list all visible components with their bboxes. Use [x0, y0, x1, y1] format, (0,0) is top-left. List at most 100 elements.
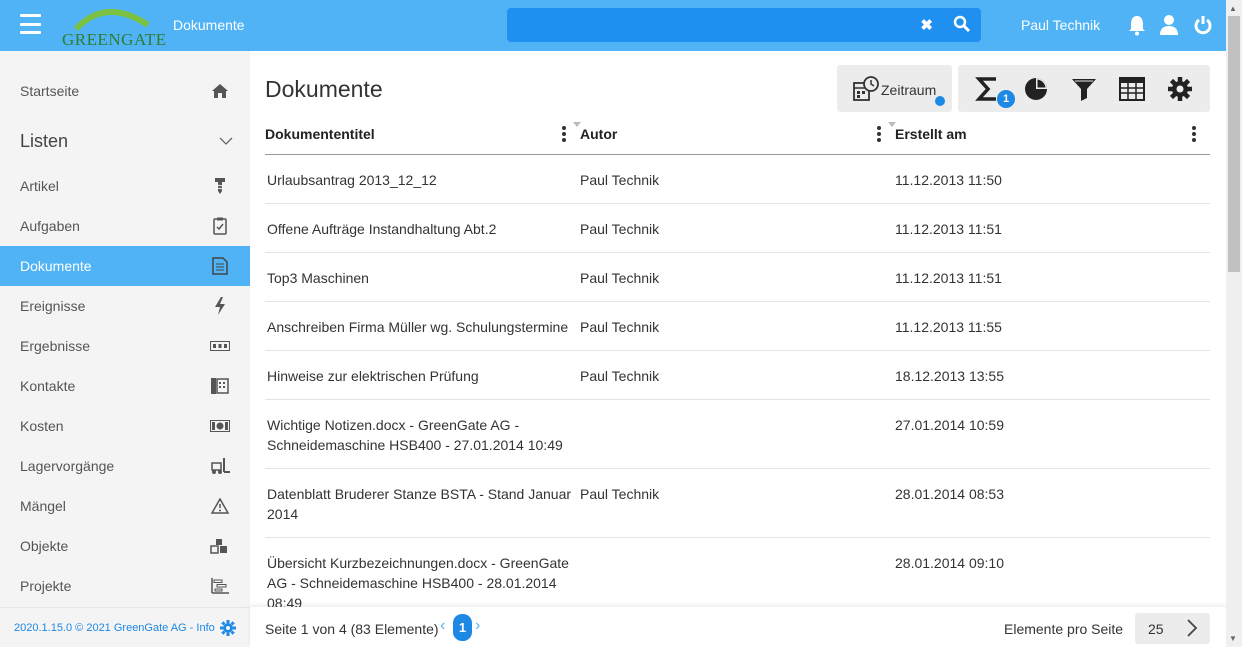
address-book-icon [210, 376, 230, 396]
calendar-clock-icon [853, 76, 879, 101]
bell-icon[interactable] [1127, 14, 1147, 36]
cell-author: Paul Technik [580, 486, 660, 502]
cell-author: Paul Technik [580, 270, 660, 286]
cell-created: 18.12.2013 13:55 [895, 368, 1004, 384]
column-menu-icon[interactable] [561, 126, 567, 142]
menu-icon[interactable] [20, 14, 41, 34]
scroll-up-icon[interactable]: ▲ [1229, 4, 1237, 13]
page-title: Dokumente [265, 76, 383, 102]
sidebar-item-label: Objekte [20, 538, 69, 554]
cell-title: Offene Aufträge Instandhaltung Abt.2 [267, 221, 497, 237]
zeitraum-active-dot [935, 96, 945, 106]
column-header-created[interactable]: Erstellt am [895, 126, 967, 142]
chevron-down-icon [216, 131, 236, 151]
sidebar-item-maengel[interactable]: Mängel [0, 486, 250, 526]
column-header-author[interactable]: Autor [580, 126, 617, 142]
column-header-title[interactable]: Dokumententitel [265, 126, 375, 142]
sidebar-item-label: Ereignisse [20, 298, 86, 314]
sidebar-item-label: Mängel [20, 498, 66, 514]
sidebar-item-ereignisse[interactable]: Ereignisse [0, 286, 250, 326]
sidebar-item-label: Kontakte [20, 378, 76, 394]
sidebar-item-startseite[interactable]: Startseite [0, 71, 250, 111]
cell-author: Paul Technik [580, 172, 660, 188]
cell-title: Wichtige Notizen.docx - GreenGate AG - S… [267, 417, 563, 453]
search-input[interactable]: ✖ [507, 8, 981, 42]
gear-icon[interactable] [220, 620, 236, 636]
view-toolbar [958, 65, 1210, 112]
warning-icon [210, 496, 230, 516]
lightning-icon [210, 296, 230, 316]
sidebar-item-objekte[interactable]: Objekte [0, 526, 250, 566]
cell-title: Hinweise zur elektrischen Prüfung [267, 368, 479, 384]
cell-author: Paul Technik [580, 221, 660, 237]
scroll-down-icon[interactable]: ▼ [1229, 634, 1237, 643]
money-icon [210, 416, 230, 436]
chevron-left-icon[interactable]: ‹ [440, 617, 445, 635]
items-per-page-select[interactable]: 25 [1135, 613, 1210, 644]
gear-icon[interactable] [1167, 76, 1193, 102]
cell-created: 11.12.2013 11:50 [895, 172, 1002, 188]
cell-created: 11.12.2013 11:55 [895, 319, 1002, 335]
search-icon[interactable] [953, 15, 971, 33]
table-row[interactable]: Offene Aufträge Instandhaltung Abt.2 Pau… [265, 204, 1210, 253]
sum-badge: 1 [997, 90, 1015, 108]
table-row[interactable]: Hinweise zur elektrischen Prüfung Paul T… [265, 351, 1210, 400]
sidebar-item-label: Artikel [20, 178, 59, 194]
power-icon[interactable] [1193, 14, 1213, 36]
version-info-link[interactable]: 2020.1.15.0 © 2021 GreenGate AG - Info [14, 622, 215, 634]
cell-title: Top3 Maschinen [267, 270, 369, 286]
sidebar-item-label: Startseite [20, 83, 80, 99]
sidebar-item-aufgaben[interactable]: Aufgaben [0, 206, 250, 246]
table-row[interactable]: Urlaubsantrag 2013_12_12 Paul Technik 11… [265, 155, 1210, 204]
scrollbar-thumb[interactable] [1228, 16, 1240, 272]
chevron-right-icon[interactable]: › [475, 617, 480, 635]
sidebar: Startseite Listen Artikel Aufgaben Dokum… [0, 51, 250, 607]
page-scrollbar[interactable]: ▲ ▼ [1226, 0, 1242, 647]
sidebar-item-label: Lagervorgänge [20, 458, 115, 474]
search-clear-icon[interactable]: ✖ [920, 16, 933, 34]
document-icon [210, 256, 230, 276]
user-name[interactable]: Paul Technik [1021, 17, 1100, 33]
home-icon [210, 81, 230, 101]
sidebar-item-kontakte[interactable]: Kontakte [0, 366, 250, 406]
table-row[interactable]: Anschreiben Firma Müller wg. Schulungste… [265, 302, 1210, 351]
zeitraum-button[interactable]: Zeitraum [837, 65, 952, 112]
greengate-logo[interactable]: GREENGATE [58, 3, 166, 49]
items-per-page-label: Elemente pro Seite [1004, 621, 1124, 637]
app-title: Dokumente [173, 17, 245, 33]
counter-icon [210, 336, 230, 356]
filter-icon[interactable] [1071, 76, 1097, 102]
top-bar: GREENGATE Dokumente ✖ Paul Technik [0, 0, 1226, 51]
cubes-icon [210, 536, 230, 556]
column-menu-icon[interactable] [876, 126, 882, 142]
cell-author: Paul Technik [580, 368, 660, 384]
sidebar-item-dokumente[interactable]: Dokumente [0, 246, 250, 286]
sidebar-item-ergebnisse[interactable]: Ergebnisse [0, 326, 250, 366]
sidebar-item-kosten[interactable]: Kosten [0, 406, 250, 446]
cell-created: 11.12.2013 11:51 [895, 221, 1002, 237]
logo-text: GREENGATE [62, 30, 167, 49]
table-header: Dokumententitel Autor Erstellt am [265, 118, 1210, 155]
pie-chart-icon[interactable] [1023, 76, 1049, 102]
sidebar-item-projekte[interactable]: Projekte [0, 566, 250, 606]
table-row[interactable]: Datenblatt Bruderer Stanze BSTA - Stand … [265, 469, 1210, 538]
sidebar-item-label: Ergebnisse [20, 338, 91, 354]
sidebar-item-label: Dokumente [20, 258, 92, 274]
column-menu-icon[interactable] [1191, 126, 1197, 142]
cell-title: Übersicht Kurzbezeichnungen.docx - Green… [267, 555, 569, 611]
items-per-page-value: 25 [1148, 621, 1164, 637]
table-row[interactable]: Übersicht Kurzbezeichnungen.docx - Green… [265, 538, 1210, 611]
sidebar-group-listen[interactable]: Listen [0, 121, 250, 161]
table-icon[interactable] [1119, 76, 1145, 102]
cell-created: 11.12.2013 11:51 [895, 270, 1002, 286]
table-row[interactable]: Top3 Maschinen Paul Technik 11.12.2013 1… [265, 253, 1210, 302]
table-row[interactable]: Wichtige Notizen.docx - GreenGate AG - S… [265, 400, 1210, 469]
cell-title: Urlaubsantrag 2013_12_12 [267, 172, 437, 188]
chevron-right-icon [1187, 619, 1198, 637]
cell-title: Anschreiben Firma Müller wg. Schulungste… [267, 319, 569, 335]
user-icon[interactable] [1159, 14, 1179, 36]
sidebar-item-lagervorgaenge[interactable]: Lagervorgänge [0, 446, 250, 486]
sidebar-item-artikel[interactable]: Artikel [0, 166, 250, 206]
page-button-current[interactable]: 1 [453, 614, 472, 641]
cell-created: 27.01.2014 10:59 [895, 417, 1004, 433]
